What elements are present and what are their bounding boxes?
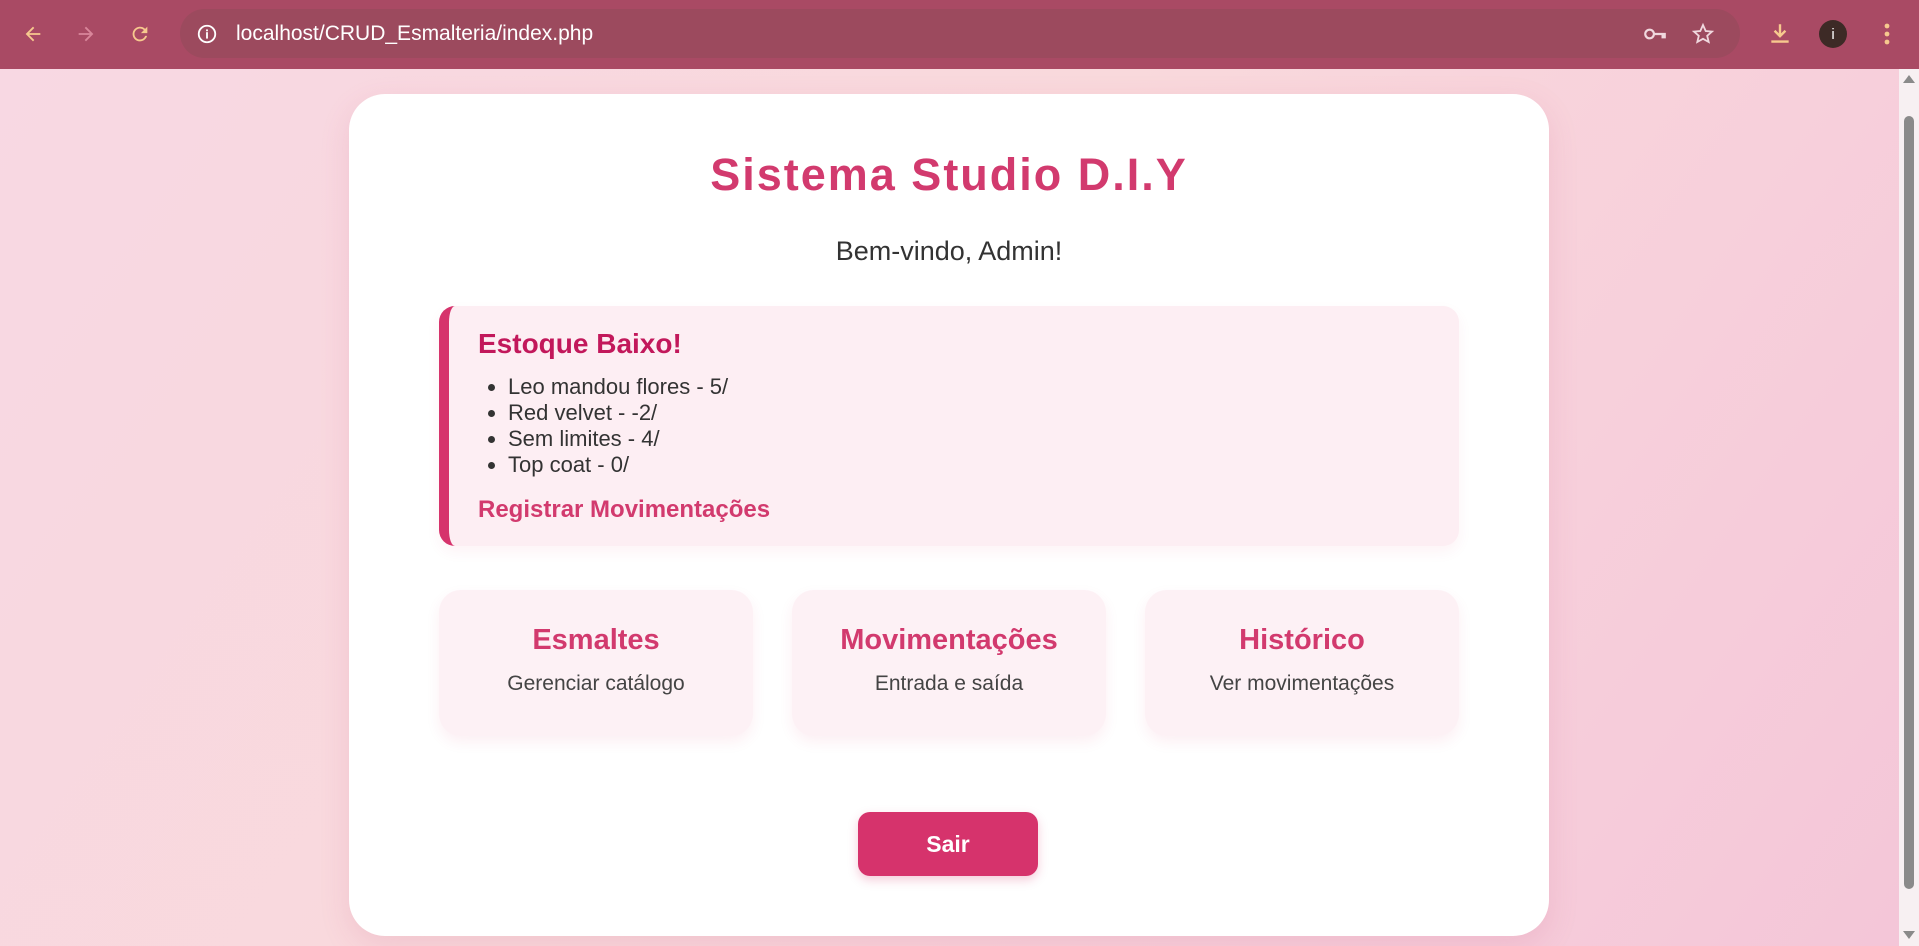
download-icon[interactable] <box>1763 17 1797 51</box>
tile-subtitle: Gerenciar catálogo <box>507 672 685 695</box>
kebab-menu-icon <box>1884 23 1890 45</box>
list-item: Leo mandou flores - 5/ <box>508 374 728 400</box>
main-card: Sistema Studio D.I.Y Bem-vindo, Admin! E… <box>349 94 1549 936</box>
list-item: Sem limites - 4/ <box>508 426 728 452</box>
tile-subtitle: Entrada e saída <box>874 672 1024 695</box>
low-stock-list: Leo mandou flores - 5/ Red velvet - -2/ … <box>478 374 728 478</box>
alert-title: Estoque Baixo! <box>478 328 682 359</box>
reload-icon <box>132 26 148 42</box>
tile-subtitle: Ver movimentações <box>1209 672 1395 695</box>
forward-button[interactable] <box>68 16 104 52</box>
page-scrollbar[interactable] <box>1899 69 1919 946</box>
list-item: Red velvet - -2/ <box>508 400 728 426</box>
reload-button[interactable] <box>122 16 158 52</box>
welcome-message: Bem-vindo, Admin! <box>835 236 1063 266</box>
tile-title: Esmaltes <box>532 624 660 656</box>
tile-esmaltes[interactable]: Esmaltes Gerenciar catálogo <box>439 590 753 736</box>
register-movements-link[interactable]: Registrar Movimentações <box>478 496 770 524</box>
profile-button[interactable]: i <box>1816 17 1850 51</box>
browser-toolbar: localhost/CRUD_Esmalteria/index.php i <box>0 0 1919 69</box>
url-text[interactable]: localhost/CRUD_Esmalteria/index.php <box>236 9 593 58</box>
menu-button[interactable] <box>1870 17 1904 51</box>
password-key-icon[interactable] <box>1642 21 1668 47</box>
tile-historico[interactable]: Histórico Ver movimentações <box>1145 590 1459 736</box>
tile-movimentacoes[interactable]: Movimentações Entrada e saída <box>792 590 1106 736</box>
bookmark-star-icon[interactable] <box>1690 21 1716 47</box>
list-item: Top coat - 0/ <box>508 452 728 478</box>
address-bar[interactable]: localhost/CRUD_Esmalteria/index.php <box>180 9 1740 58</box>
tile-title: Movimentações <box>840 624 1058 656</box>
scroll-down-arrow-icon[interactable] <box>1903 931 1915 939</box>
avatar: i <box>1819 20 1847 48</box>
back-button[interactable] <box>15 16 51 52</box>
site-info-icon[interactable] <box>194 21 220 47</box>
logout-button[interactable]: Sair <box>858 812 1038 876</box>
low-stock-alert: Estoque Baixo! Leo mandou flores - 5/ Re… <box>439 306 1459 546</box>
page-title: Sistema Studio D.I.Y <box>710 149 1188 200</box>
tile-title: Histórico <box>1239 624 1365 656</box>
back-arrow-icon <box>25 26 41 42</box>
scroll-up-arrow-icon[interactable] <box>1903 75 1915 83</box>
forward-arrow-icon <box>78 26 94 42</box>
scroll-thumb[interactable] <box>1904 116 1914 889</box>
page-viewport: Sistema Studio D.I.Y Bem-vindo, Admin! E… <box>0 69 1899 946</box>
